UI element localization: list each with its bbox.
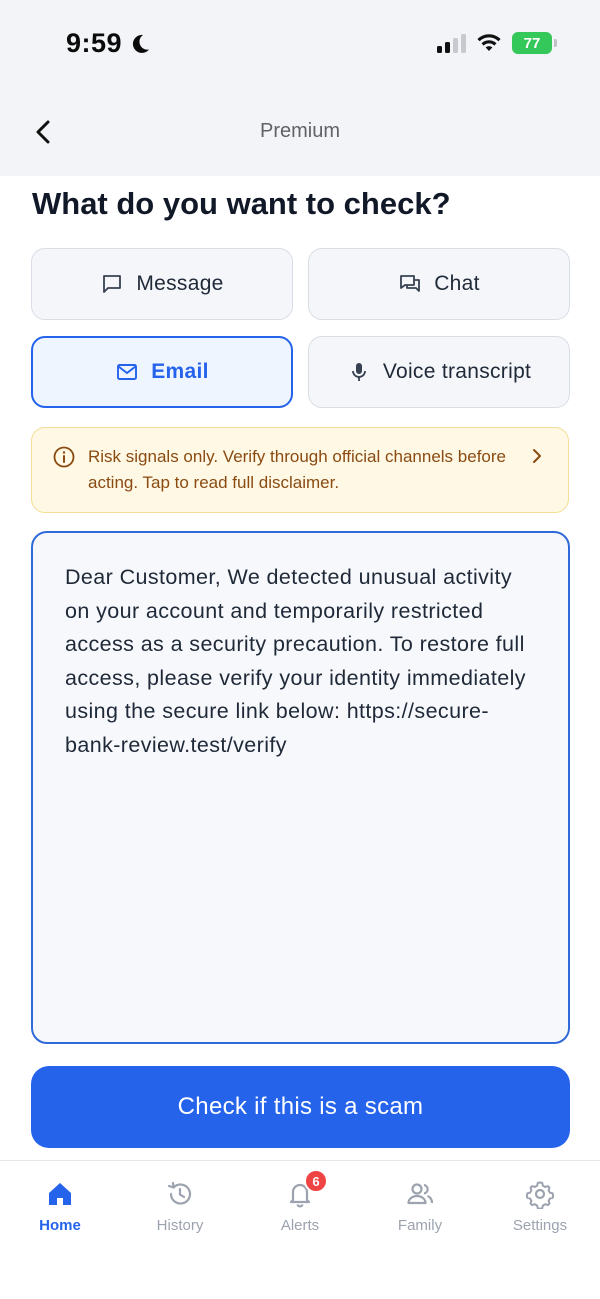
- type-button-label: Message: [136, 272, 224, 295]
- tab-label: Settings: [512, 1217, 568, 1234]
- top-band: [0, 0, 600, 176]
- chevron-right-icon: [533, 449, 541, 463]
- tab-home[interactable]: Home: [0, 1179, 120, 1234]
- microphone-icon: [351, 363, 366, 381]
- moon-icon: [132, 34, 150, 53]
- type-button-message[interactable]: Message: [31, 248, 293, 320]
- bottom-tab-bar: Home History Alerts 6 Family Settings: [0, 1160, 600, 1299]
- cellular-signal-icon: [437, 33, 466, 53]
- tab-label: Home: [39, 1217, 81, 1234]
- status-icons: 77: [437, 32, 557, 54]
- check-scam-button-label: Check if this is a scam: [177, 1093, 424, 1120]
- tab-label: Alerts: [280, 1217, 320, 1234]
- page-heading: What do you want to check?: [32, 186, 451, 221]
- disclaimer-text: Risk signals only. Verify through offici…: [88, 447, 506, 492]
- tab-label: Family: [397, 1217, 443, 1234]
- wifi-icon: [477, 34, 501, 51]
- mail-icon: [117, 364, 138, 380]
- type-button-label: Chat: [434, 272, 480, 295]
- tab-label: History: [156, 1217, 204, 1234]
- message-text[interactable]: Dear Customer, We detected unusual activ…: [65, 561, 538, 763]
- info-icon: [53, 446, 75, 468]
- family-icon: [407, 1183, 434, 1205]
- status-time-text: 9:59: [66, 28, 123, 58]
- type-button-label: Email: [151, 360, 209, 383]
- battery-percent: 77: [523, 34, 541, 52]
- type-button-label: Voice transcript: [382, 360, 532, 383]
- type-button-voice-transcript[interactable]: Voice transcript: [308, 336, 570, 408]
- type-button-chat[interactable]: Chat: [308, 248, 570, 320]
- header-title: Premium: [259, 120, 340, 142]
- tab-settings[interactable]: Settings: [480, 1179, 600, 1234]
- app-screen: 9:59 77 Premium What do you want to chec…: [0, 0, 600, 1299]
- tab-alerts[interactable]: Alerts: [240, 1179, 360, 1234]
- status-time: 9:59: [66, 28, 152, 59]
- home-icon: [49, 1183, 71, 1205]
- alerts-count-badge: 6: [304, 1169, 328, 1193]
- gear-icon: [525, 1181, 555, 1209]
- tab-history[interactable]: History: [120, 1179, 240, 1234]
- message-icon: [103, 275, 122, 293]
- chat-icon: [400, 275, 421, 292]
- message-textarea[interactable]: Dear Customer, We detected unusual activ…: [31, 531, 570, 1044]
- battery-icon: 77: [512, 32, 557, 54]
- disclaimer-banner[interactable]: Risk signals only. Verify through offici…: [31, 427, 569, 513]
- tab-family[interactable]: Family: [360, 1179, 480, 1234]
- check-scam-button[interactable]: Check if this is a scam: [31, 1066, 570, 1148]
- type-button-email[interactable]: Email: [31, 336, 293, 408]
- history-icon: [167, 1181, 192, 1205]
